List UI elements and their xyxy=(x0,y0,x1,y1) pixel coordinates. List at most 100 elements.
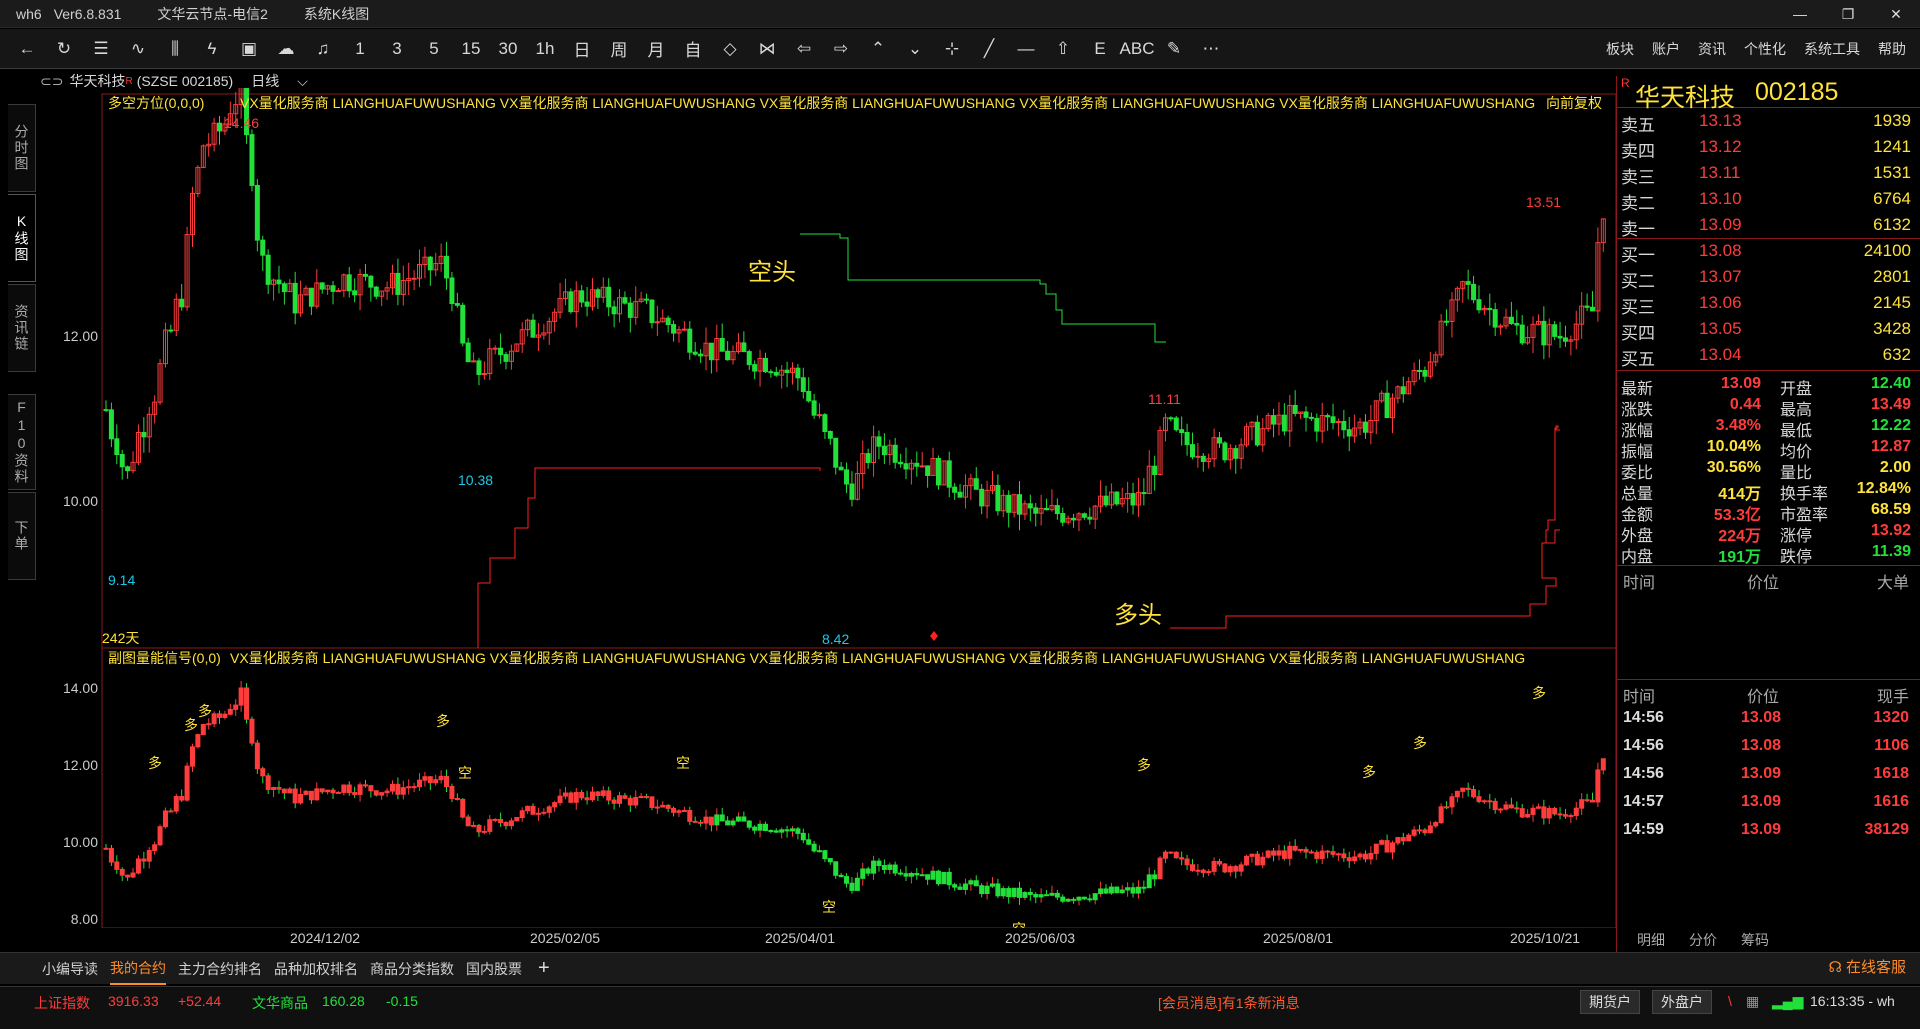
candle-body xyxy=(741,816,747,822)
bid-row[interactable]: 买一 13.08 24100 xyxy=(1617,238,1920,265)
menu-personalize[interactable]: 个性化 xyxy=(1744,39,1786,59)
menu-help[interactable]: 帮助 xyxy=(1878,39,1906,59)
bell-icon[interactable]: ♫ xyxy=(308,34,338,64)
bar-chart-icon[interactable]: ⫼ xyxy=(160,34,190,64)
period-1h[interactable]: 1h xyxy=(530,34,560,64)
bull-signal: 多 xyxy=(148,755,162,772)
period-3[interactable]: 3 xyxy=(382,34,412,64)
line-chart-icon[interactable]: ∿ xyxy=(123,34,153,64)
member-message[interactable]: [会员消息]有1条新消息 xyxy=(1158,993,1300,1013)
candle-body xyxy=(265,775,271,790)
sub-banner: VX量化服务商 LIANGHUAFUWUSHANG VX量化服务商 LIANGH… xyxy=(230,650,1525,666)
ask-label: 卖五 xyxy=(1621,116,1655,135)
candle-body xyxy=(141,431,147,438)
zoom-out-icon[interactable]: ⋈ xyxy=(752,34,782,64)
adjust-mode[interactable]: 向前复权 xyxy=(1546,95,1602,111)
kline-chart[interactable]: 多空方位(0,0,0) VX量化服务商 LIANGHUAFUWUSHANG VX… xyxy=(0,88,1617,928)
period-day[interactable]: 日 xyxy=(567,34,597,64)
cloud-icon[interactable]: ☁ xyxy=(271,34,301,64)
tab-my-contracts[interactable]: 我的合约 xyxy=(110,953,166,985)
stock-code: (SZSE 002185) xyxy=(136,73,234,89)
tab-main-contract-rank[interactable]: 主力合约排名 xyxy=(178,954,262,984)
candle-body xyxy=(784,829,790,832)
zoom-in-icon[interactable]: ◇ xyxy=(715,34,745,64)
candle-body xyxy=(698,821,704,824)
candle-body xyxy=(1541,320,1547,346)
candle-body xyxy=(179,298,185,308)
flash-icon[interactable]: ϟ xyxy=(197,34,227,64)
period-month[interactable]: 月 xyxy=(641,34,671,64)
back-icon[interactable]: ← xyxy=(12,34,42,64)
candle-body xyxy=(465,342,471,363)
stat-value-2: 13.92 xyxy=(1870,522,1911,539)
candle-body xyxy=(471,360,477,363)
abc-icon[interactable]: ABC xyxy=(1120,34,1155,64)
candle-body xyxy=(692,351,698,355)
more-icon[interactable]: ⋯ xyxy=(1196,34,1226,64)
tab-commodity-index[interactable]: 商品分类指数 xyxy=(370,954,454,984)
tab-chips[interactable]: 筹码 xyxy=(1741,930,1769,950)
ask-row[interactable]: 卖三 13.11 1531 xyxy=(1617,160,1920,187)
candle-body xyxy=(606,286,612,308)
index1-name[interactable]: 上证指数 xyxy=(34,993,90,1013)
bid-row[interactable]: 买三 13.06 2145 xyxy=(1617,290,1920,317)
menu-sectors[interactable]: 板块 xyxy=(1606,39,1634,59)
crosshair-icon[interactable]: ⊹ xyxy=(937,34,967,64)
candle-body xyxy=(654,806,660,809)
big-order-header: 时间 价位 大单 xyxy=(1617,567,1920,592)
text-e-icon[interactable]: E xyxy=(1085,34,1115,64)
ask-row[interactable]: 卖一 13.09 6132 xyxy=(1617,212,1920,239)
candle-body xyxy=(460,304,466,344)
period-5[interactable]: 5 xyxy=(419,34,449,64)
bid-row[interactable]: 买四 13.05 3428 xyxy=(1617,316,1920,343)
candle-body xyxy=(292,788,298,804)
ask-row[interactable]: 卖五 13.13 1939 xyxy=(1617,108,1920,135)
add-tab-icon[interactable]: + xyxy=(538,957,550,980)
bid-row[interactable]: 买二 13.07 2801 xyxy=(1617,264,1920,291)
maximize-icon[interactable]: ❐ xyxy=(1824,0,1872,28)
index2-name[interactable]: 文华商品 xyxy=(252,993,308,1013)
left-icon[interactable]: ⇦ xyxy=(789,34,819,64)
hline-icon[interactable]: — xyxy=(1011,34,1041,64)
candle-body xyxy=(411,786,417,789)
tab-detail[interactable]: 明细 xyxy=(1637,930,1665,950)
online-service-button[interactable]: ☊ 在线客服 xyxy=(1828,956,1906,977)
home-icon[interactable]: ⇧ xyxy=(1048,34,1078,64)
period-week[interactable]: 周 xyxy=(604,34,634,64)
candle-body xyxy=(1033,893,1039,898)
menu-account[interactable]: 账户 xyxy=(1652,39,1680,59)
pen-icon[interactable]: ✎ xyxy=(1159,34,1189,64)
down-icon[interactable]: ⌄ xyxy=(900,34,930,64)
period-30[interactable]: 30 xyxy=(493,34,523,64)
candle-body xyxy=(206,723,212,726)
sub-indicator-label[interactable]: 副图量能信号(0,0) xyxy=(108,650,221,666)
report-icon[interactable]: ☰ xyxy=(86,34,116,64)
tick-size: 1618 xyxy=(1873,765,1909,782)
tab-price-split[interactable]: 分价 xyxy=(1689,930,1717,950)
board-icon[interactable]: ▣ xyxy=(234,34,264,64)
ask-row[interactable]: 卖四 13.12 1241 xyxy=(1617,134,1920,161)
draw-line-icon[interactable]: ╱ xyxy=(974,34,1004,64)
overseas-account-button[interactable]: 外盘户 xyxy=(1652,990,1712,1014)
tab-weighted-rank[interactable]: 品种加权排名 xyxy=(274,954,358,984)
period-1[interactable]: 1 xyxy=(345,34,375,64)
bid-row[interactable]: 买五 13.04 632 xyxy=(1617,342,1920,369)
main-indicator-label[interactable]: 多空方位(0,0,0) xyxy=(108,95,204,111)
ask-row[interactable]: 卖二 13.10 6764 xyxy=(1617,186,1920,213)
futures-account-button[interactable]: 期货户 xyxy=(1580,990,1640,1014)
minimize-icon[interactable]: — xyxy=(1776,0,1824,28)
tab-editor-guide[interactable]: 小编导读 xyxy=(42,954,98,984)
menu-news[interactable]: 资讯 xyxy=(1698,39,1726,59)
menu-system-tools[interactable]: 系统工具 xyxy=(1804,39,1860,59)
up-icon[interactable]: ⌃ xyxy=(863,34,893,64)
period-15[interactable]: 15 xyxy=(456,34,486,64)
refresh-icon[interactable]: ↻ xyxy=(49,34,79,64)
candle-body xyxy=(935,457,941,486)
candle-body xyxy=(114,861,120,870)
right-icon[interactable]: ⇨ xyxy=(826,34,856,64)
tab-domestic-stocks[interactable]: 国内股票 xyxy=(466,954,522,984)
close-icon[interactable]: ✕ xyxy=(1872,0,1920,28)
stat-value-2: 12.22 xyxy=(1870,417,1911,434)
candle-body xyxy=(1449,796,1455,808)
period-custom[interactable]: 自 xyxy=(678,34,708,64)
